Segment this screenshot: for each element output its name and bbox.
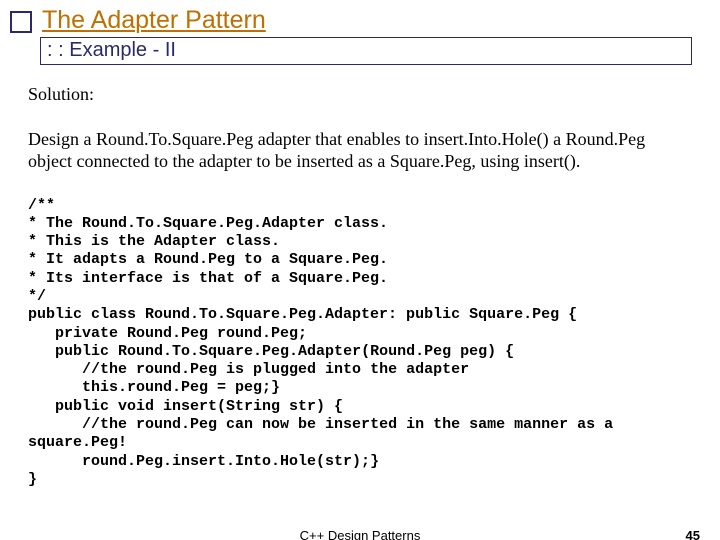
slide-title: The Adapter Pattern xyxy=(42,6,266,35)
title-bullet-icon xyxy=(10,11,32,33)
code-block: /** * The Round.To.Square.Peg.Adapter cl… xyxy=(28,197,692,490)
body: Solution: Design a Round.To.Square.Peg a… xyxy=(0,65,720,489)
design-paragraph: Design a Round.To.Square.Peg adapter tha… xyxy=(28,128,692,173)
page-number: 45 xyxy=(686,528,700,540)
footer-center-text: C++ Design Patterns xyxy=(300,528,421,540)
slide-subtitle: : : Example - II xyxy=(40,37,692,65)
solution-label: Solution: xyxy=(28,83,692,106)
slide: The Adapter Pattern : : Example - II Sol… xyxy=(0,0,720,540)
title-row: The Adapter Pattern xyxy=(0,0,720,35)
